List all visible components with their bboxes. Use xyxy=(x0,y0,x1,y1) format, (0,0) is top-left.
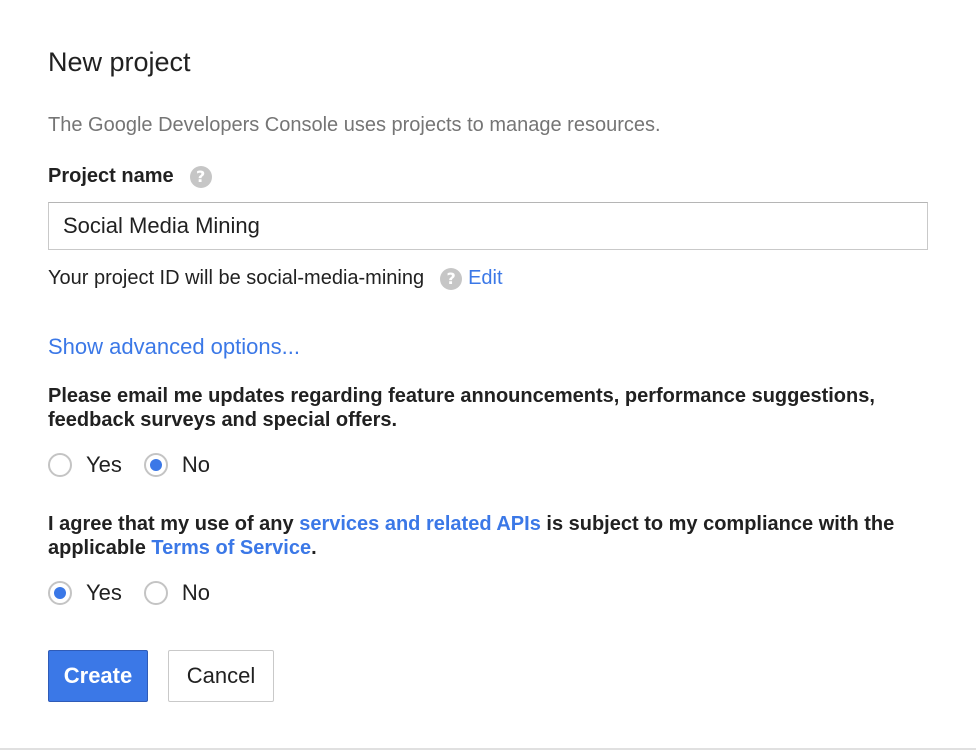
email-updates-question: Please email me updates regarding featur… xyxy=(48,385,875,431)
project-id-row: Your project ID will be social-media-min… xyxy=(48,267,503,290)
dialog-actions: Create Cancel xyxy=(48,650,274,702)
show-advanced-options-link[interactable]: Show advanced options... xyxy=(48,334,300,360)
terms-of-service-link[interactable]: Terms of Service xyxy=(151,537,311,559)
project-name-label-row: Project name ? xyxy=(48,165,212,188)
services-and-apis-link[interactable]: services and related APIs xyxy=(299,513,541,535)
terms-text-part3: . xyxy=(311,537,317,559)
email-yes-radio[interactable] xyxy=(48,453,72,477)
email-no-option[interactable]: No xyxy=(143,452,211,478)
project-id-text: Your project ID will be social-media-min… xyxy=(48,267,425,289)
bottom-divider xyxy=(0,748,976,750)
terms-yes-radio[interactable] xyxy=(48,581,72,605)
terms-yes-label: Yes xyxy=(86,580,122,605)
terms-no-radio[interactable] xyxy=(143,581,168,605)
help-icon[interactable]: ? xyxy=(440,267,463,290)
dialog-description: The Google Developers Console uses proje… xyxy=(48,114,661,136)
terms-no-option[interactable]: No xyxy=(143,580,211,606)
dialog-title: New project xyxy=(48,47,191,77)
email-yes-option[interactable]: Yes xyxy=(48,452,122,478)
create-button[interactable]: Create xyxy=(48,650,148,702)
edit-project-id-link[interactable]: Edit xyxy=(468,267,502,290)
email-yes-label: Yes xyxy=(86,452,122,477)
terms-text-part1: I agree that my use of any xyxy=(48,513,300,535)
terms-no-label: No xyxy=(181,580,211,605)
new-project-dialog: New project The Google Developers Consol… xyxy=(48,0,928,752)
email-no-label: No xyxy=(181,452,211,477)
project-name-input[interactable] xyxy=(48,202,928,250)
help-icon[interactable]: ? xyxy=(189,165,212,188)
email-updates-radio-group: Yes No xyxy=(48,452,232,478)
terms-agreement-question: I agree that my use of any services and … xyxy=(48,512,928,560)
cancel-button[interactable]: Cancel xyxy=(168,650,274,702)
project-name-label: Project name xyxy=(48,165,174,187)
terms-radio-group: Yes No xyxy=(48,580,232,606)
terms-yes-option[interactable]: Yes xyxy=(48,580,122,606)
email-no-radio[interactable] xyxy=(143,453,168,477)
